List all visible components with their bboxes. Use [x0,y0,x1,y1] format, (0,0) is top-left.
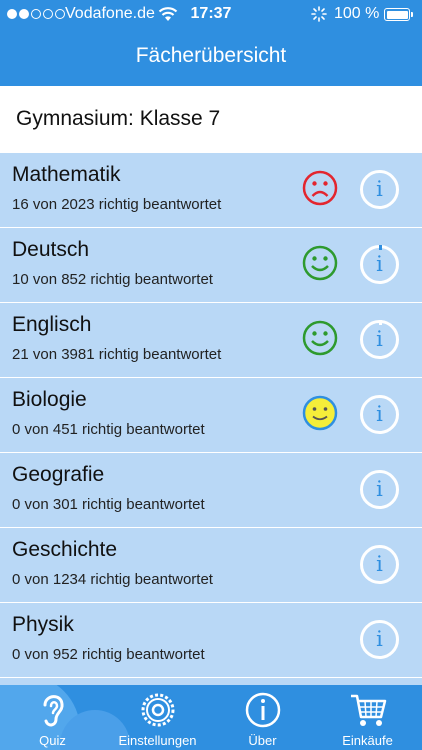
subject-name: Physik [12,613,74,636]
subject-row-englisch[interactable]: Englisch 21 von 3981 richtig beantwortet… [0,302,422,377]
subject-row-geografie[interactable]: Geografie 0 von 301 richtig beantwortet … [0,452,422,527]
cart-icon [351,694,387,726]
status-bar: Vodafone.de 17:37 100 % [0,0,422,28]
subject-progress: 0 von 1234 richtig beantwortet [12,571,213,588]
subject-name: Deutsch [12,238,90,261]
tab-label: Einstellungen [118,733,197,748]
activity-spinner-icon [311,6,327,22]
info-button[interactable]: i [360,320,399,359]
tab-einkaeufe[interactable]: Einkäufe [315,685,420,750]
subject-progress: 0 von 451 richtig beantwortet [12,421,205,438]
info-icon: i [376,177,383,201]
subject-row-biologie[interactable]: Biologie 0 von 451 richtig beantwortet i [0,377,422,452]
subject-name: Geschichte [12,538,118,561]
ear-icon [43,695,64,727]
subject-name: Geografie [12,463,105,486]
info-icon: i [376,552,383,576]
tab-label: Einkäufe [342,733,393,748]
gear-icon [141,693,175,727]
subject-list[interactable]: Mathematik 16 von 2023 richtig beantwort… [0,152,422,685]
progress-tick [379,245,382,250]
subject-progress: 0 von 952 richtig beantwortet [12,646,205,663]
subject-name: Biologie [12,388,87,411]
info-icon: i [376,252,383,276]
info-icon: i [376,327,383,351]
happy-face-icon [302,320,338,356]
info-icon [245,692,281,728]
tab-label: Quiz [39,733,66,748]
sad-face-icon [302,170,338,206]
subject-row-geschichte[interactable]: Geschichte 0 von 1234 richtig beantworte… [0,527,422,602]
yellow-smiley-icon [302,395,338,431]
info-button[interactable]: i [360,245,399,284]
tab-einstellungen[interactable]: Einstellungen [105,685,210,750]
section-header: Gymnasium: Klasse 7 [0,86,422,152]
subject-progress: 10 von 852 richtig beantwortet [12,271,213,288]
section-title: Gymnasium: Klasse 7 [16,107,221,130]
info-button[interactable]: i [360,545,399,584]
subject-progress: 0 von 301 richtig beantwortet [12,496,205,513]
info-button[interactable]: i [360,620,399,659]
info-button[interactable]: i [360,470,399,509]
subject-progress: 16 von 2023 richtig beantwortet [12,196,222,213]
top-bar: Vodafone.de 17:37 100 % Fächerübersicht [0,0,422,86]
battery-percentage: 100 % [334,5,380,22]
subject-row-mathematik[interactable]: Mathematik 16 von 2023 richtig beantwort… [0,152,422,227]
tab-bar: Quiz Einstellungen Über Einkäufe [0,685,422,750]
battery-icon [384,8,413,21]
subject-row-physik[interactable]: Physik 0 von 952 richtig beantwortet i [0,602,422,677]
subject-row-deutsch[interactable]: Deutsch 10 von 852 richtig beantwortet i [0,227,422,302]
subject-progress: 21 von 3981 richtig beantwortet [12,346,222,363]
tab-label: Über [248,733,277,748]
happy-face-icon [302,245,338,281]
info-icon: i [376,627,383,651]
info-icon: i [376,477,383,501]
subject-name: Englisch [12,313,92,336]
subject-name: Mathematik [12,163,121,186]
subject-row-partial[interactable] [0,677,422,685]
info-button[interactable]: i [360,395,399,434]
tab-ueber[interactable]: Über [210,685,315,750]
info-button[interactable]: i [360,170,399,209]
page-title: Fächerübersicht [135,44,287,67]
tab-quiz[interactable]: Quiz [0,685,105,750]
progress-tick [379,320,382,325]
info-icon: i [376,402,383,426]
